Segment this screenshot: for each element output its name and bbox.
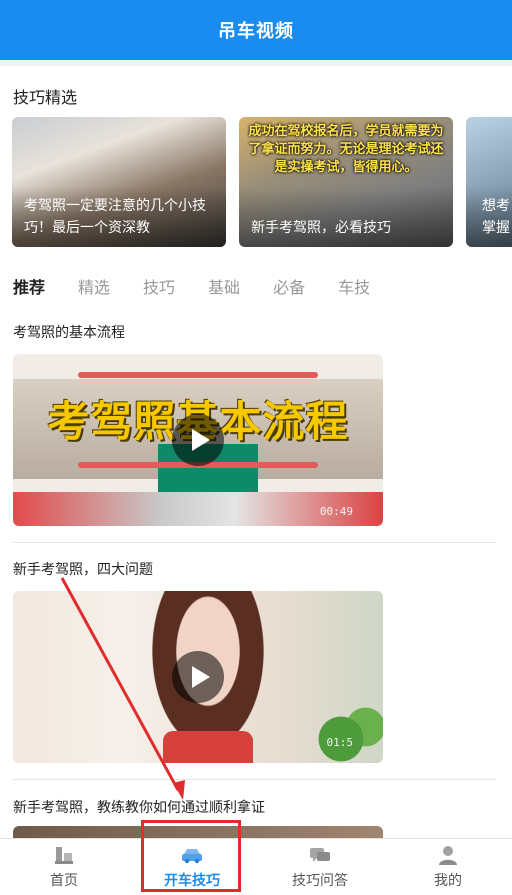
list-divider bbox=[13, 542, 496, 543]
tab-essentials[interactable]: 必备 bbox=[273, 274, 305, 298]
tabbar-label: 技巧问答 bbox=[292, 873, 348, 889]
video-duration: 00:49 bbox=[319, 505, 353, 518]
play-icon bbox=[191, 429, 210, 451]
decor-bar bbox=[78, 372, 318, 378]
video-thumbnail[interactable]: 01:5 bbox=[13, 591, 383, 763]
featured-carousel[interactable]: 考驾照一定要注意的几个小技巧！最后一个资深教 成功在驾校报名后，学员就需要为了拿… bbox=[12, 117, 512, 247]
video-subject-shirt bbox=[163, 731, 253, 763]
featured-card[interactable]: 考驾照一定要注意的几个小技巧！最后一个资深教 bbox=[12, 117, 226, 247]
tab-basics[interactable]: 基础 bbox=[208, 274, 240, 298]
featured-card[interactable]: 想考掌握 bbox=[466, 117, 512, 247]
tab-tips[interactable]: 技巧 bbox=[143, 274, 175, 298]
featured-card-caption: 新手考驾照，必看技巧 bbox=[251, 220, 391, 236]
featured-card-caption: 考驾照一定要注意的几个小技巧！最后一个资深教 bbox=[24, 198, 206, 236]
tabbar-profile[interactable]: 我的 bbox=[384, 839, 512, 895]
header-divider bbox=[0, 60, 512, 66]
video-title[interactable]: 新手考驾照，四大问题 bbox=[13, 559, 153, 579]
tabbar-home[interactable]: 首页 bbox=[0, 839, 128, 895]
home-icon bbox=[51, 844, 77, 866]
page-title: 吊车视频 bbox=[218, 21, 294, 42]
annotation-highlight-box bbox=[141, 820, 241, 892]
tabbar-qa[interactable]: 技巧问答 bbox=[256, 839, 384, 895]
tab-recommend[interactable]: 推荐 bbox=[13, 274, 45, 298]
play-icon bbox=[191, 666, 210, 688]
video-title[interactable]: 新手考驾照，教练教你如何通过顺利拿证 bbox=[13, 797, 265, 817]
chat-icon bbox=[307, 844, 333, 866]
tab-selected[interactable]: 精选 bbox=[78, 274, 110, 298]
list-divider bbox=[13, 779, 496, 780]
play-button[interactable] bbox=[172, 651, 224, 703]
featured-section-title: 技巧精选 bbox=[13, 88, 78, 107]
video-duration: 01:5 bbox=[326, 736, 354, 749]
tabbar-label: 首页 bbox=[50, 873, 78, 889]
tab-driving-skills[interactable]: 车技 bbox=[338, 274, 370, 298]
bottom-tab-bar: 首页 开车技巧 技巧问答 我的 bbox=[0, 838, 512, 895]
category-tabs: 推荐 精选 技巧 基础 必备 车技 bbox=[13, 274, 403, 298]
featured-card[interactable]: 成功在驾校报名后，学员就需要为了拿证而努力。无论是理论考试还是实操考试，皆得用心… bbox=[239, 117, 453, 247]
video-title[interactable]: 考驾照的基本流程 bbox=[13, 322, 125, 342]
featured-card-caption: 想考掌握 bbox=[482, 198, 510, 236]
user-icon bbox=[435, 844, 461, 866]
play-button[interactable] bbox=[172, 414, 224, 466]
video-thumbnail[interactable]: 考驾照基本流程 00:49 bbox=[13, 354, 383, 526]
video-plant bbox=[313, 703, 383, 763]
app-header: 吊车视频 bbox=[0, 0, 512, 60]
featured-card-overlay-text: 成功在驾校报名后，学员就需要为了拿证而努力。无论是理论考试还是实操考试，皆得用心… bbox=[248, 124, 444, 175]
tabbar-label: 我的 bbox=[434, 873, 462, 889]
